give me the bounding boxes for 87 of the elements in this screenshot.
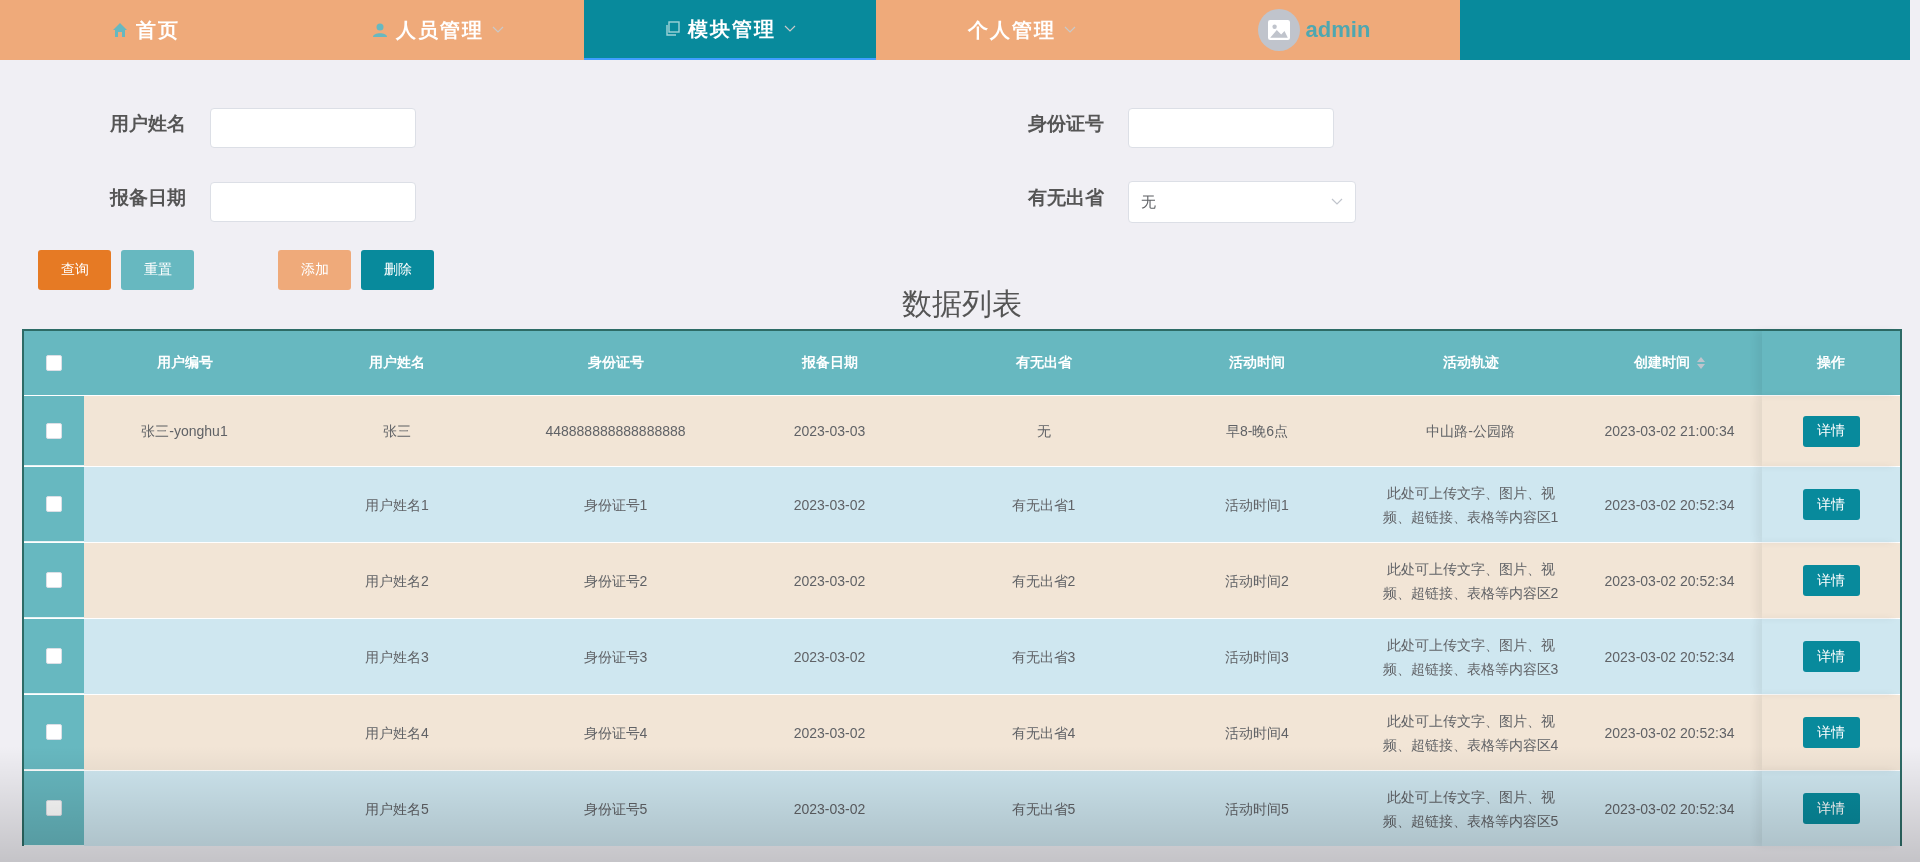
table-cell-text: 用户姓名2 [364,571,430,591]
field-label: 报备日期 [110,186,187,210]
reset-button[interactable]: 重置 [121,250,194,290]
table-cell-text: 身份证号2 [582,571,649,591]
chevron-down-icon [784,25,796,33]
chevron-down-icon [1331,198,1343,206]
field-label: 身份证号 [1028,112,1105,136]
details-button[interactable]: 详情 [1802,793,1860,824]
checkbox[interactable] [46,496,62,512]
table-cell-text: 2023-03-02 21:00:34 [1603,422,1736,441]
column-header: 用户编号 [156,354,213,372]
column-header: 操作 [1817,354,1845,372]
details-button[interactable]: 详情 [1802,565,1860,596]
table-cell-text: 用户姓名1 [364,495,430,515]
table-cell-text: 2023-03-02 [792,571,867,591]
table-cell-text: 2023-03-02 [792,495,867,515]
input-field[interactable] [210,108,416,148]
home-icon [112,22,128,38]
details-button[interactable]: 详情 [1802,415,1860,447]
field-label: 用户姓名 [110,112,187,136]
details-button[interactable]: 详情 [1802,717,1860,748]
sort-icon [1695,356,1706,370]
table-cell-text: 2023-03-02 [792,647,867,667]
table-cell-text: 中山路-公园路 [1425,422,1516,441]
table-cell-text: 此处可上传文字、图片、视频、超链接、表格等内容区1 [1381,483,1560,527]
table-cell-text: 活动时间1 [1224,495,1290,515]
table-title: 数据列表 [902,286,1022,322]
table-cell-text: 2023-03-03 [792,422,867,441]
table-cell-text: 有无出省2 [1010,571,1077,591]
table-cell-text: 身份证号5 [582,799,649,819]
column-header: 身份证号 [587,354,644,372]
person-icon [372,22,388,38]
column-header: 用户姓名 [369,354,425,372]
table-cell-text: 2023-03-02 [792,723,867,743]
details-button[interactable]: 详情 [1802,489,1860,520]
table-cell-text: 2023-03-02 20:52:34 [1603,723,1736,743]
table-cell-text: 身份证号4 [582,723,649,743]
table-cell-text: 此处可上传文字、图片、视频、超链接、表格等内容区2 [1381,559,1560,603]
table-cell-text: 2023-03-02 [792,799,867,819]
checkbox[interactable] [46,572,62,588]
table-cell-text: 有无出省3 [1010,647,1077,667]
table-cell-text: 2023-03-02 20:52:34 [1603,495,1736,515]
table-cell-text: 此处可上传文字、图片、视频、超链接、表格等内容区3 [1381,635,1560,679]
table-cell-text: 张三-yonghu1 [140,422,229,441]
input-field[interactable] [210,182,416,222]
column-header: 有无出省 [1015,354,1072,372]
input-field[interactable] [1128,108,1334,148]
field-label: 有无出省 [1028,186,1105,210]
table-cell-text: 活动时间3 [1224,647,1290,667]
table-cell-text: 用户姓名3 [364,647,430,667]
search-button[interactable]: 查询 [38,250,111,290]
table-cell-text: 用户姓名4 [364,723,430,743]
avatar-icon[interactable] [1257,9,1300,51]
copy-icon [664,21,680,37]
table-cell-text: 此处可上传文字、图片、视频、超链接、表格等内容区4 [1381,711,1560,755]
column-header: 报备日期 [801,354,858,372]
table-cell-text: 活动时间5 [1224,799,1290,819]
details-button[interactable]: 详情 [1802,641,1860,672]
table-cell-text: 活动时间4 [1224,723,1290,743]
table-cell-text: 身份证号1 [582,495,649,515]
table-cell-text: 早8-晚6点 [1224,422,1290,441]
table-cell-text: 用户姓名5 [364,799,430,819]
checkbox[interactable] [46,355,62,371]
chevron-down-icon [1064,26,1076,34]
select-field[interactable]: 无 [1128,181,1356,223]
column-header: 创建时间 [1633,354,1690,372]
checkbox[interactable] [46,724,62,740]
checkbox[interactable] [46,422,62,439]
table-cell-text: 张三 [382,422,412,441]
table-cell-text: 有无出省1 [1010,495,1077,515]
table-cell-text: 2023-03-02 20:52:34 [1603,647,1736,667]
image-icon [1267,20,1290,40]
table-cell-text: 身份证号3 [582,647,649,667]
table-cell-text: 活动时间2 [1224,571,1290,591]
table-cell-text: 448888888888888888 [544,422,687,441]
table-cell-text: 有无出省5 [1010,799,1077,819]
checkbox[interactable] [46,648,62,664]
table-cell-text: 2023-03-02 20:52:34 [1603,571,1736,591]
table-cell-text: 无 [1035,422,1052,441]
delete-button[interactable]: 删除 [361,250,434,290]
table-cell-text: 2023-03-02 20:52:34 [1603,799,1736,819]
chevron-down-icon [492,26,504,34]
table-cell-text: 有无出省4 [1010,723,1077,743]
column-header: 活动轨迹 [1442,354,1499,372]
table-cell-text: 此处可上传文字、图片、视频、超链接、表格等内容区5 [1381,787,1560,831]
column-header: 活动时间 [1229,354,1285,372]
checkbox[interactable] [46,800,62,816]
